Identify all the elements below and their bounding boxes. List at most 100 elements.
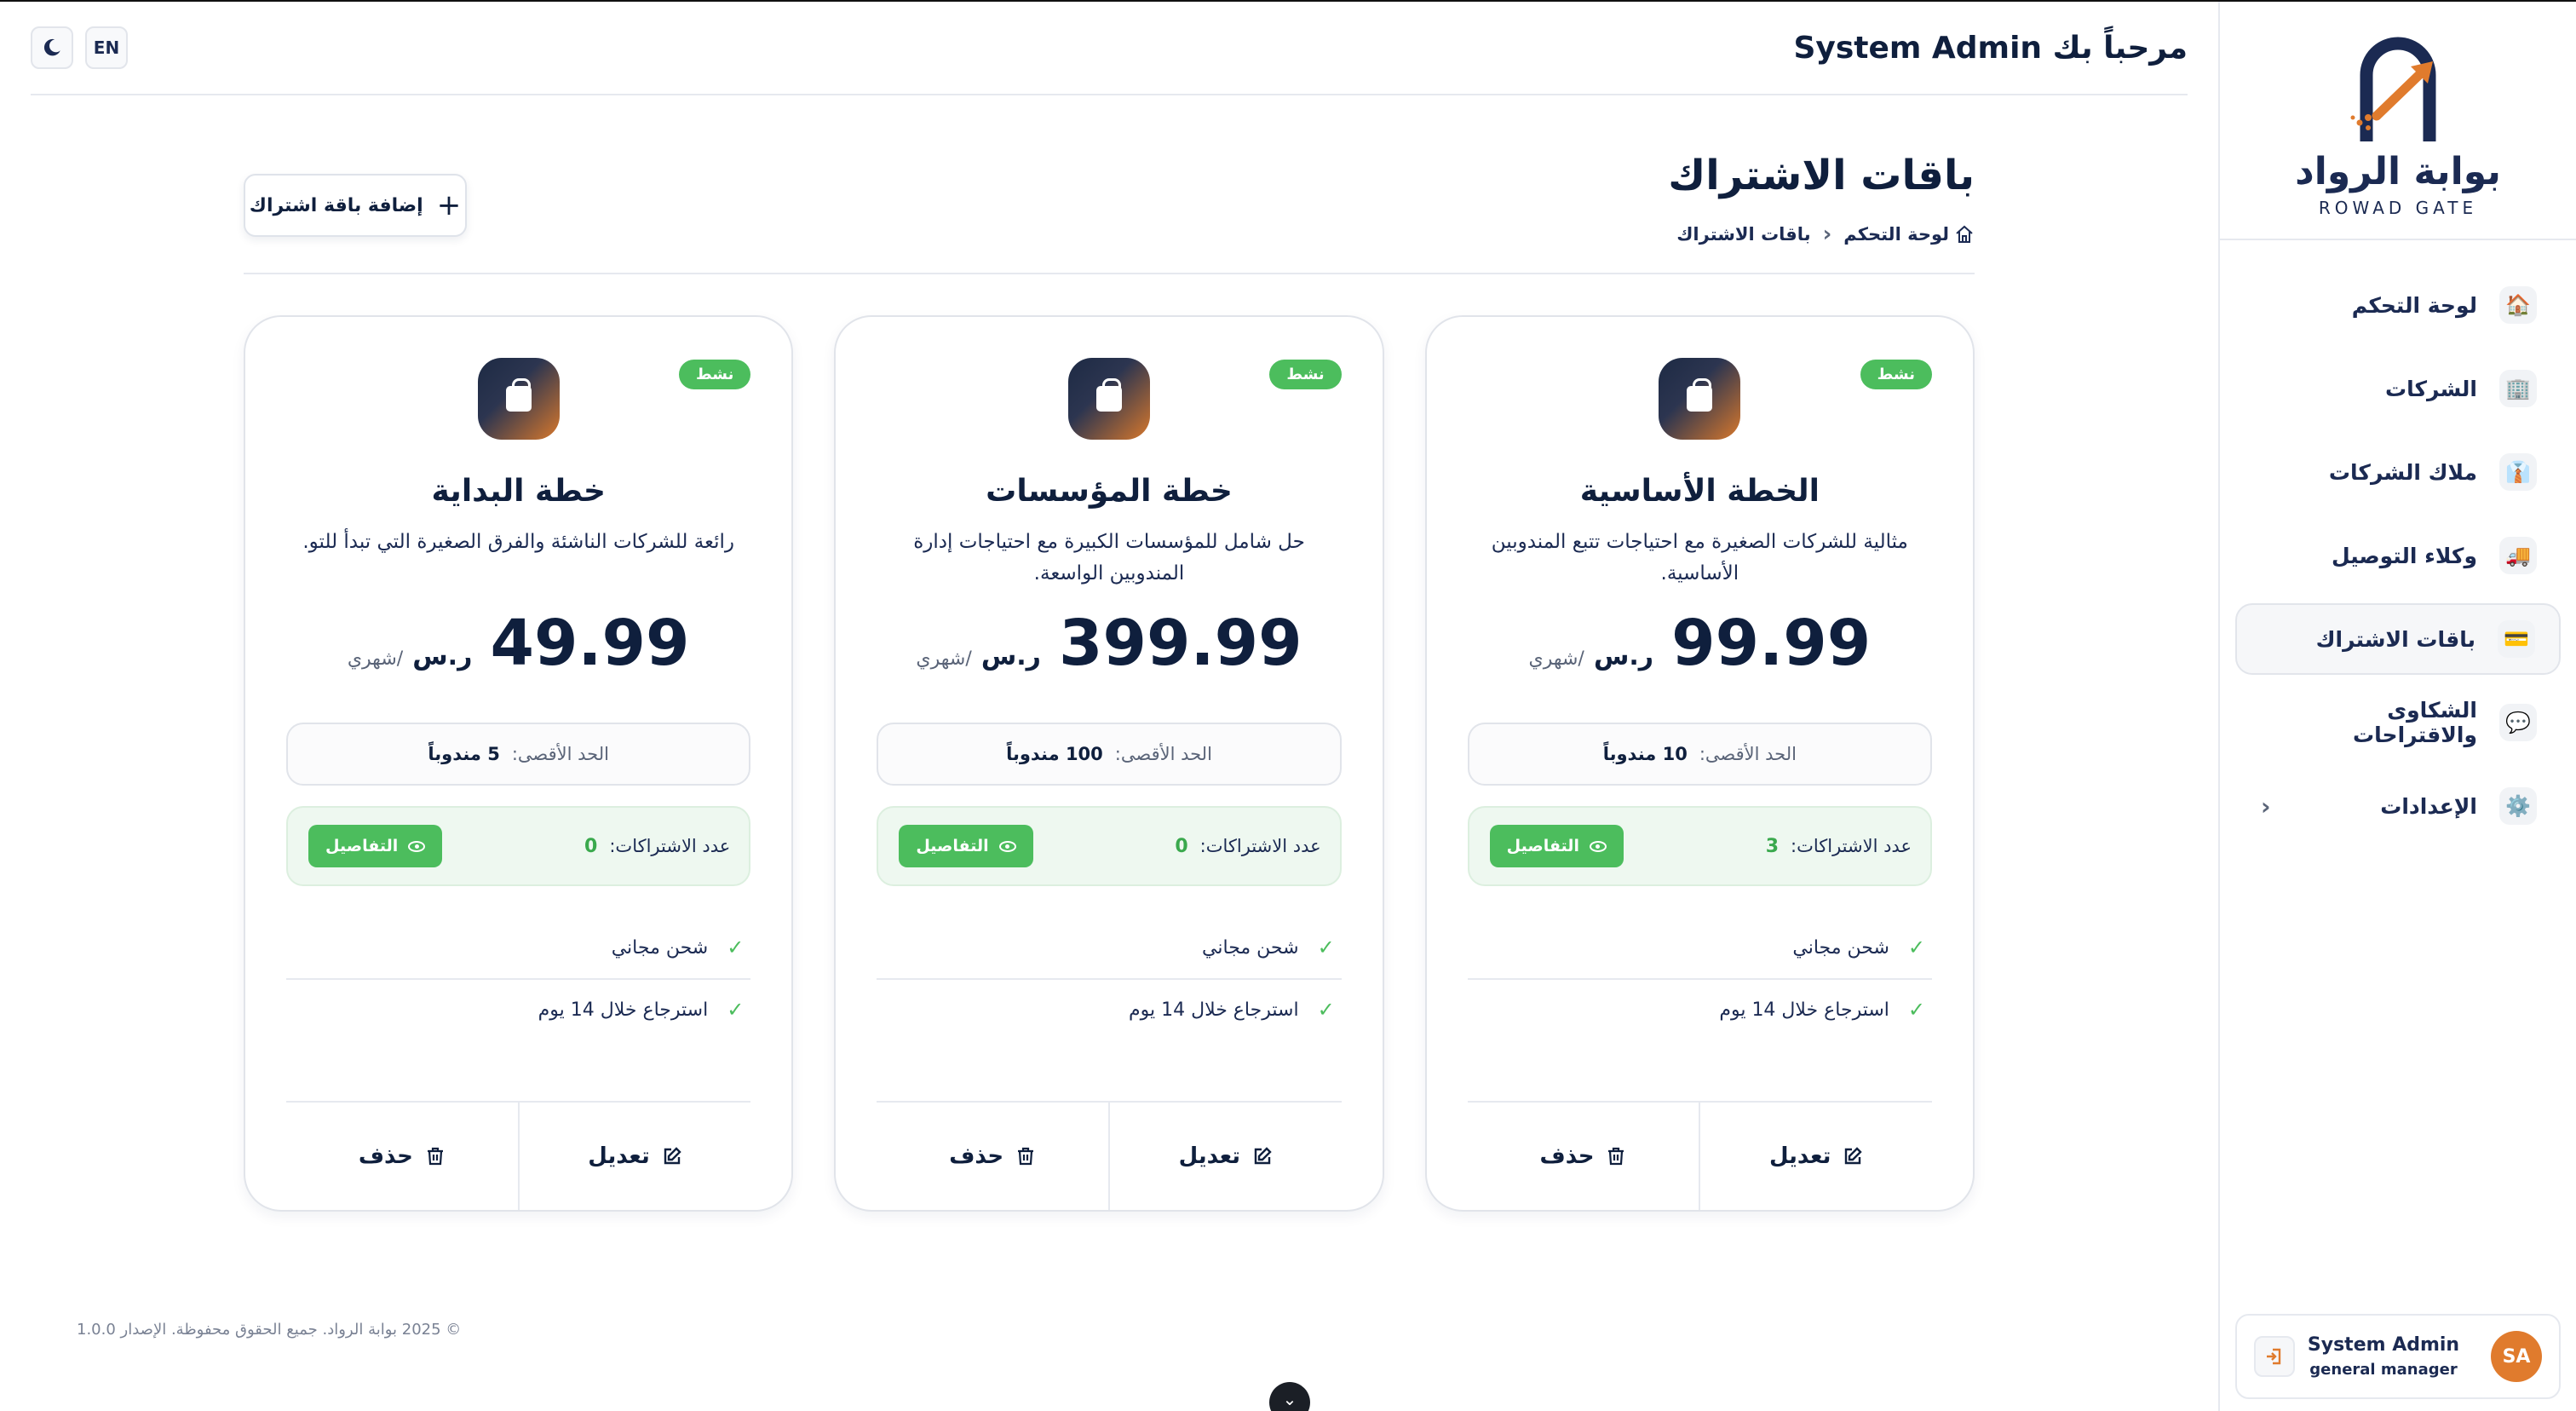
delete-button[interactable]: حذف bbox=[1468, 1103, 1701, 1210]
delete-button[interactable]: حذف bbox=[286, 1103, 520, 1210]
subscriptions-info: عدد الاشتراكات: 3 bbox=[1766, 836, 1912, 857]
edit-label: تعديل bbox=[588, 1143, 650, 1169]
plan-limit: الحد الأقصى: 5 مندوباً bbox=[286, 723, 751, 786]
plan-name: خطة المؤسسات bbox=[986, 474, 1233, 509]
list-item: ✓ استرجاع خلال 14 يوم bbox=[286, 978, 751, 1040]
plan-name: الخطة الأساسية bbox=[1579, 474, 1820, 509]
feature-label: شحن مجاني bbox=[1792, 936, 1889, 959]
chat-bubble-icon: 💬 bbox=[2499, 704, 2537, 741]
logout-icon bbox=[2267, 1348, 2281, 1365]
list-item: ✓ استرجاع خلال 14 يوم bbox=[877, 978, 1342, 1040]
logout-button[interactable] bbox=[2254, 1336, 2295, 1377]
chevron-left-icon[interactable]: ‹ bbox=[2261, 792, 2271, 821]
breadcrumb-home[interactable]: لوحة التحكم bbox=[1843, 224, 1975, 245]
subscriptions-count: 0 bbox=[584, 835, 598, 857]
details-button[interactable]: التفاصيل bbox=[308, 825, 443, 867]
shopping-bag-icon bbox=[477, 358, 560, 440]
plan-limit: الحد الأقصى: 100 مندوباً bbox=[877, 723, 1342, 786]
chevron-down-icon[interactable]: ⌄ bbox=[1269, 1382, 1310, 1411]
details-button[interactable]: التفاصيل bbox=[1489, 825, 1624, 867]
list-item: ✓ شحن مجاني bbox=[877, 917, 1341, 978]
language-toggle-button[interactable]: EN bbox=[85, 26, 128, 69]
trash-icon bbox=[427, 1147, 443, 1166]
user-name: System Admin bbox=[2307, 1334, 2460, 1356]
limit-value: 10 مندوباً bbox=[1602, 744, 1688, 764]
plan-period: /شهري bbox=[347, 648, 404, 670]
details-label: التفاصيل bbox=[1506, 837, 1579, 855]
subscriptions-label: عدد الاشتراكات: bbox=[609, 836, 731, 856]
sidebar-item-company-owners[interactable]: 👔 ملاك الشركات bbox=[2235, 436, 2561, 508]
edit-label: تعديل bbox=[1768, 1143, 1831, 1169]
sidebar-item-label: الشركات bbox=[2385, 376, 2477, 401]
plan-actions: تعديل حذف bbox=[286, 1101, 751, 1210]
sidebar-item-label: ملاك الشركات bbox=[2328, 459, 2477, 485]
eye-icon bbox=[1589, 840, 1607, 852]
list-item: ✓ شحن مجاني bbox=[1468, 917, 1932, 978]
sidebar-item-dashboard[interactable]: 🏠 لوحة التحكم bbox=[2235, 269, 2561, 341]
subscriptions-count: 3 bbox=[1765, 835, 1779, 857]
plus-icon: + bbox=[436, 188, 462, 222]
status-badge: نشط bbox=[1269, 360, 1342, 389]
subscriptions-info: عدد الاشتراكات: 0 bbox=[584, 836, 730, 857]
details-button[interactable]: التفاصيل bbox=[899, 825, 1033, 867]
sidebar: بوابة الرواد ROWAD GATE 🏠 لوحة التحكم 🏢 … bbox=[2218, 2, 2576, 1411]
shopping-bag-icon bbox=[1068, 358, 1150, 440]
plan-subscriptions: عدد الاشتراكات: 0 التفاصيل bbox=[877, 806, 1342, 886]
welcome-message: مرحباً بك System Admin bbox=[1793, 30, 2188, 66]
delete-label: حذف bbox=[358, 1143, 413, 1169]
sidebar-item-complaints[interactable]: 💬 الشكاوى والاقتراحات bbox=[2235, 687, 2561, 758]
sidebar-item-settings[interactable]: ⚙️ الإعدادات ‹ bbox=[2235, 770, 2561, 842]
add-plan-label: إضافة باقة اشتراك bbox=[249, 194, 423, 216]
building-icon: 🏢 bbox=[2499, 370, 2537, 407]
topbar: مرحباً بك System Admin EN bbox=[31, 2, 2188, 95]
plan-subscriptions: عدد الاشتراكات: 0 التفاصيل bbox=[286, 806, 751, 886]
credit-card-icon: 💳 bbox=[2498, 620, 2535, 658]
logo[interactable]: بوابة الرواد ROWAD GATE bbox=[2220, 2, 2576, 240]
page-title: باقات الاشتراك bbox=[1668, 152, 1975, 199]
truck-icon: 🚚 bbox=[2499, 537, 2537, 574]
gear-icon: ⚙️ bbox=[2499, 787, 2537, 825]
plan-description: حل شامل للمؤسسات الكبيرة مع احتياجات إدا… bbox=[913, 531, 1305, 585]
delete-label: حذف bbox=[1539, 1143, 1595, 1169]
edit-button[interactable]: تعديل bbox=[520, 1103, 751, 1210]
status-badge: نشط bbox=[678, 360, 751, 389]
plan-card: نشط خطة المؤسسات حل شامل للمؤسسات الكبير… bbox=[834, 315, 1384, 1212]
sidebar-item-subscription-plans[interactable]: 💳 باقات الاشتراك bbox=[2235, 603, 2561, 675]
subscriptions-count: 0 bbox=[1175, 835, 1188, 857]
footer-copyright: © 2025 بوابة الرواد. جميع الحقوق محفوظة.… bbox=[77, 1321, 462, 1339]
subscriptions-info: عدد الاشتراكات: 0 bbox=[1175, 836, 1320, 857]
chevron-icon: ‹ bbox=[1822, 222, 1832, 247]
add-plan-button[interactable]: + إضافة باقة اشتراك bbox=[244, 174, 467, 237]
delete-label: حذف bbox=[949, 1143, 1004, 1169]
limit-label: الحد الأقصى: bbox=[1699, 744, 1797, 764]
details-label: التفاصيل bbox=[916, 837, 989, 855]
delete-button[interactable]: حذف bbox=[877, 1103, 1110, 1210]
edit-button[interactable]: تعديل bbox=[1700, 1103, 1932, 1210]
rowad-logo-icon bbox=[2350, 37, 2436, 141]
plan-features: ✓ شحن مجاني ✓ استرجاع خلال 14 يوم bbox=[1467, 917, 1932, 1040]
limit-label: الحد الأقصى: bbox=[1114, 744, 1212, 764]
plan-card: نشط خطة البداية رائعة للشركات الناشئة وا… bbox=[244, 315, 794, 1212]
sidebar-item-companies[interactable]: 🏢 الشركات bbox=[2235, 353, 2561, 424]
plan-price-row: 99.99 ر.س /شهري bbox=[1427, 607, 1973, 680]
user-profile-card: SA System Admin general manager bbox=[2235, 1314, 2561, 1399]
feature-label: استرجاع خلال 14 يوم bbox=[538, 999, 709, 1021]
plan-price: 49.99 bbox=[490, 607, 690, 680]
plan-description: مثالية للشركات الصغيرة مع احتياجات تتبع … bbox=[1491, 531, 1908, 585]
check-icon: ✓ bbox=[1317, 998, 1335, 1022]
sidebar-item-label: باقات الاشتراك bbox=[2315, 626, 2475, 652]
owner-icon: 👔 bbox=[2499, 453, 2537, 491]
edit-button[interactable]: تعديل bbox=[1110, 1103, 1342, 1210]
sidebar-item-delivery-agents[interactable]: 🚚 وكلاء التوصيل bbox=[2235, 520, 2561, 591]
shopping-bag-icon bbox=[1659, 358, 1741, 440]
check-icon: ✓ bbox=[727, 998, 745, 1022]
plan-price: 399.99 bbox=[1059, 607, 1302, 680]
eye-icon bbox=[998, 840, 1016, 852]
check-icon: ✓ bbox=[1907, 998, 1925, 1022]
breadcrumb-current: باقات الاشتراك bbox=[1676, 224, 1811, 245]
plans-grid: نشط الخطة الأساسية مثالية للشركات الصغير… bbox=[244, 315, 1975, 1212]
sidebar-item-label: لوحة التحكم bbox=[2351, 292, 2477, 318]
edit-label: تعديل bbox=[1178, 1143, 1241, 1169]
theme-toggle-button[interactable] bbox=[31, 26, 73, 69]
avatar[interactable]: SA bbox=[2491, 1331, 2542, 1382]
